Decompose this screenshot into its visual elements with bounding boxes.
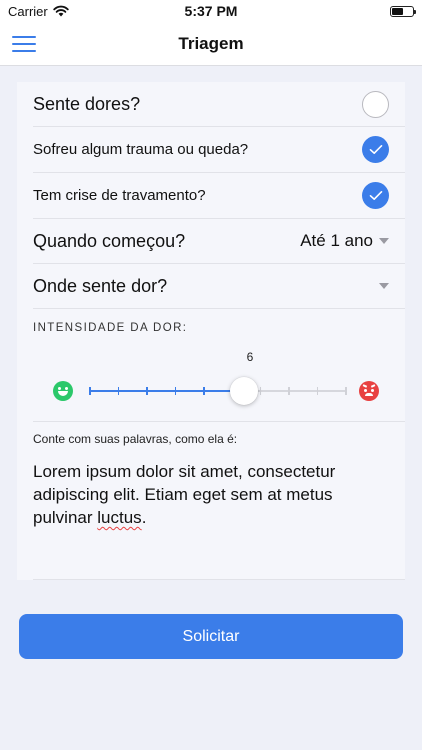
question-row-locking[interactable]: Tem crise de travamento? <box>33 173 405 219</box>
slider-tick <box>203 387 205 395</box>
where-pain-label: Onde sente dor? <box>33 275 168 296</box>
where-pain-dropdown[interactable]: Onde sente dor? <box>33 264 405 309</box>
chevron-down-icon <box>379 283 389 289</box>
when-started-value-wrap: Até 1 ano <box>300 231 389 251</box>
slider-tick <box>117 387 120 395</box>
intensity-slider[interactable]: 6 <box>33 344 405 422</box>
angry-face-icon <box>359 381 379 401</box>
unchecked-circle-icon[interactable] <box>362 90 389 118</box>
wifi-icon <box>53 5 69 17</box>
hamburger-menu-icon[interactable] <box>12 32 38 56</box>
slider-track[interactable] <box>89 387 347 395</box>
slider-tick <box>316 387 319 395</box>
status-bar: Carrier 5:37 PM <box>0 0 422 22</box>
description-text: Lorem ipsum dolor sit amet, consectetur … <box>33 462 336 527</box>
slider-track-fill <box>90 390 244 392</box>
question-label: Sente dores? <box>33 93 141 114</box>
when-started-dropdown[interactable]: Quando começou? Até 1 ano <box>33 219 405 264</box>
battery-level <box>392 7 403 15</box>
slider-tick <box>89 387 91 395</box>
checkmark-circle-icon[interactable] <box>362 136 389 163</box>
description-text-end: . <box>141 508 147 527</box>
slider-tick <box>259 387 262 395</box>
slider-tick <box>345 387 347 395</box>
submit-button[interactable]: Solicitar <box>19 614 403 659</box>
triage-form: Sente dores? Sofreu algum trauma ou qued… <box>17 82 405 580</box>
nav-bar: Triagem <box>0 22 422 66</box>
slider-tick <box>146 387 148 395</box>
question-label: Tem crise de travamento? <box>33 187 206 204</box>
battery-icon <box>390 5 416 17</box>
slider-tick <box>174 387 177 395</box>
description-prompt: Conte com suas palavras, como ela é: <box>33 432 238 446</box>
question-row-pain[interactable]: Sente dores? <box>33 82 405 127</box>
chevron-down-icon <box>379 238 389 244</box>
question-row-trauma[interactable]: Sofreu algum trauma ou queda? <box>33 127 405 173</box>
question-label: Sofreu algum trauma ou queda? <box>33 141 249 158</box>
where-pain-value-wrap <box>373 283 389 289</box>
when-started-value: Até 1 ano <box>300 231 373 250</box>
misspelled-word: luctus <box>97 508 142 527</box>
carrier-label: Carrier <box>8 3 48 19</box>
slider-tick <box>288 387 290 395</box>
slider-thumb[interactable] <box>229 377 258 405</box>
happy-face-icon <box>53 381 73 401</box>
description-textarea[interactable]: Lorem ipsum dolor sit amet, consectetur … <box>33 460 405 580</box>
intensity-value: 6 <box>246 350 254 364</box>
intensity-label: INTENSIDADE DA DOR: <box>33 322 188 334</box>
checkmark-circle-icon[interactable] <box>362 182 389 209</box>
page-title: Triagem <box>178 33 244 53</box>
when-started-label: Quando começou? <box>33 230 186 251</box>
status-left: Carrier <box>8 4 69 19</box>
